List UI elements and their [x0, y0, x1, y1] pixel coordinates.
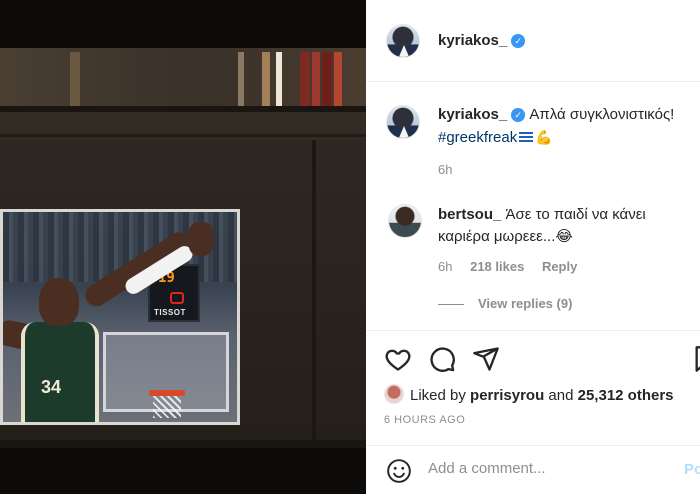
view-replies-label: View replies (9) — [478, 296, 573, 311]
book — [70, 52, 80, 106]
player-hand — [189, 222, 213, 256]
verified-icon: ✓ — [511, 34, 526, 48]
jersey-trim — [21, 322, 99, 422]
caption-username[interactable]: kyriakos_ — [438, 106, 507, 123]
book — [238, 52, 244, 106]
comment-likes[interactable]: 218 likes — [470, 259, 524, 274]
comment-reply-button[interactable]: Reply — [542, 259, 577, 274]
shelf-divider — [0, 134, 366, 137]
commenter-username[interactable]: bertsou_ — [438, 206, 501, 223]
book — [300, 52, 310, 106]
shot-clock-brand: TISSOT — [154, 308, 186, 317]
action-bar: Liked by perrisyrou and 25,312 others 6 … — [366, 330, 700, 494]
comment-input[interactable] — [428, 460, 658, 477]
comment-meta: 6h 218 likes Reply — [438, 259, 591, 274]
book — [262, 52, 270, 106]
view-replies-button[interactable]: View replies (9) — [438, 296, 572, 311]
comment-icon[interactable] — [428, 345, 456, 373]
book — [312, 52, 320, 106]
liked-by-and: and — [548, 387, 574, 404]
flexed-biceps-icon: 💪 — [535, 129, 553, 145]
author-username[interactable]: kyriakos_ — [438, 32, 507, 49]
post-header: kyriakos_ ✓ — [366, 0, 700, 82]
liked-by-prefix: Liked by — [410, 387, 466, 404]
caption-hashtag[interactable]: #greekfreak — [438, 129, 517, 146]
add-comment-bar: Po — [366, 445, 700, 494]
jersey-number: 34 — [41, 377, 62, 397]
post-sidebar: kyriakos_ ✓ kyriakos_ ✓ Απλά συγκλονιστικό… — [366, 0, 700, 494]
liked-by-user[interactable]: perrisyrou — [470, 387, 544, 404]
cabinet-edge — [312, 140, 316, 440]
caption-text: Απλά συγκλονιστικός! — [529, 106, 675, 123]
caption-time[interactable]: 6h — [438, 162, 452, 177]
replies-line — [438, 304, 464, 306]
liked-by: Liked by perrisyrou and 25,312 others — [384, 384, 674, 404]
bookmark-icon[interactable] — [692, 345, 700, 373]
liker-avatar[interactable] — [384, 384, 404, 404]
liked-by-others[interactable]: 25,312 others — [578, 387, 674, 404]
book — [276, 52, 282, 106]
shot-clock-light — [170, 292, 184, 304]
heart-icon[interactable] — [384, 345, 412, 373]
greek-flag-icon — [519, 132, 534, 142]
shelf-divider — [0, 106, 366, 112]
caption-avatar[interactable] — [386, 105, 420, 139]
post-caption: kyriakos_ ✓ Απλά συγκλονιστικός! #greekfr… — [438, 104, 698, 149]
verified-icon: ✓ — [511, 108, 526, 122]
commenter-avatar[interactable] — [388, 204, 422, 238]
player-head — [39, 278, 79, 326]
comment: bertsou_ Άσε το παιδί να κάνει καριέρα μ… — [438, 204, 693, 248]
author-avatar[interactable] — [386, 24, 420, 58]
emoji-icon[interactable] — [386, 458, 412, 484]
author-username-row: kyriakos_ ✓ — [438, 32, 526, 49]
post-photo[interactable]: 19 TISSOT 34 — [0, 0, 366, 494]
tv-frame: 19 TISSOT 34 — [0, 209, 240, 425]
hoop-net — [153, 396, 181, 418]
tv-screen: 19 TISSOT 34 — [3, 212, 237, 422]
comment-time[interactable]: 6h — [438, 259, 452, 274]
share-icon[interactable] — [472, 345, 500, 373]
post-comment-button[interactable]: Po — [684, 461, 700, 478]
book — [322, 52, 332, 106]
post-time[interactable]: 6 HOURS AGO — [384, 414, 465, 426]
book — [334, 52, 342, 106]
